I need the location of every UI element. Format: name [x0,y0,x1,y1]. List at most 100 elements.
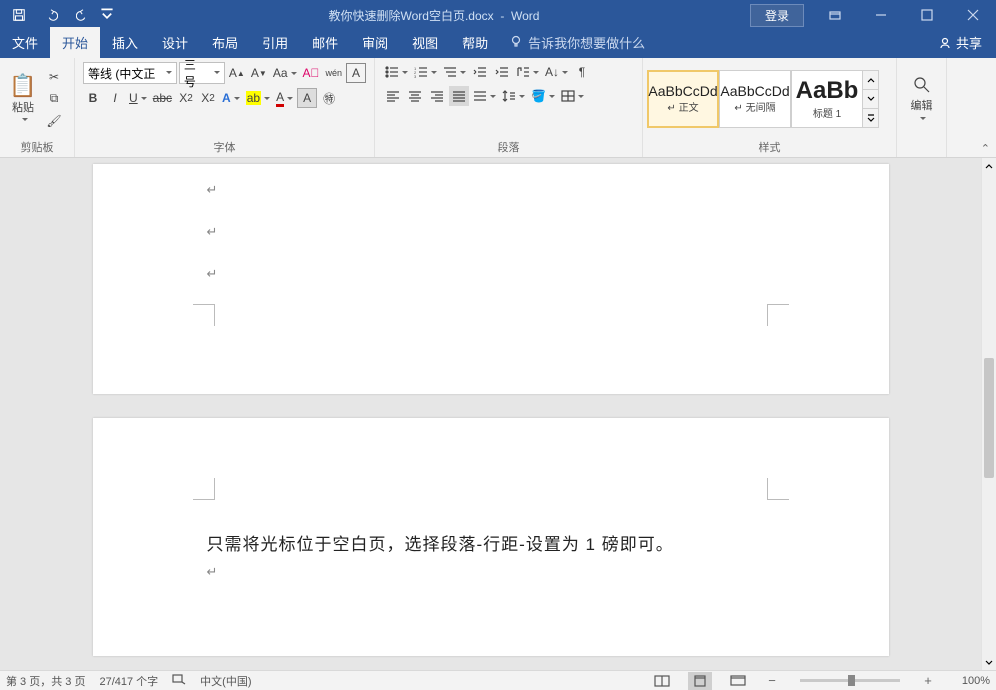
ribbon-display-icon[interactable] [812,0,858,30]
login-button[interactable]: 登录 [750,4,804,27]
collapse-ribbon-icon[interactable]: ⌃ [981,142,990,155]
style-heading1[interactable]: AaBb 标题 1 [791,70,863,128]
align-right-icon[interactable] [427,86,447,106]
zoom-out-button[interactable]: − [764,673,780,688]
bold-button[interactable]: B [83,88,103,108]
format-painter-icon[interactable]: 🖌 [44,111,64,131]
asian-layout-button[interactable] [514,62,541,82]
body-text[interactable]: 只需将光标位于空白页，选择段落-行距-设置为 1 磅即可。 [207,530,674,555]
word-count[interactable]: 27/417 个字 [99,673,158,689]
increase-indent-icon[interactable] [492,62,512,82]
close-icon[interactable] [950,0,996,30]
page-current[interactable]: 只需将光标位于空白页，选择段落-行距-设置为 1 磅即可。 ↵ [93,418,889,656]
zoom-in-button[interactable]: + [920,673,936,688]
redo-icon[interactable] [68,1,98,29]
find-button[interactable]: 编辑 [911,75,933,123]
strikethrough-button[interactable]: abc [151,88,174,108]
character-border-icon[interactable]: A [346,63,366,83]
scroll-down-icon[interactable] [982,655,996,670]
underline-button[interactable]: U [127,88,149,108]
shrink-font-icon[interactable]: A▼ [249,63,269,83]
subscript-button[interactable]: X2 [176,88,196,108]
page-indicator[interactable]: 第 3 页，共 3 页 [6,673,85,689]
numbering-button[interactable]: 123 [412,62,439,82]
tab-help[interactable]: 帮助 [450,27,500,58]
editing-dropdown-icon[interactable] [912,115,932,123]
zoom-slider[interactable] [800,679,900,682]
language-indicator[interactable]: 中文(中国) [200,673,251,689]
italic-button[interactable]: I [105,88,125,108]
justify-icon[interactable] [449,86,469,106]
style-name: ↵ 无间隔 [734,99,775,114]
shading-button[interactable]: 🪣 [529,86,557,106]
style-no-spacing[interactable]: AaBbCcDd ↵ 无间隔 [719,70,791,128]
style-normal[interactable]: AaBbCcDd ↵ 正文 [647,70,719,128]
sort-button[interactable]: A↓ [543,62,570,82]
title-right: 登录 [750,0,996,30]
web-layout-icon[interactable] [726,672,750,690]
proofing-icon[interactable] [172,673,186,688]
gallery-up-icon[interactable] [863,71,878,90]
clear-formatting-icon[interactable]: A⃠ [301,63,322,83]
share-button[interactable]: 共享 [938,33,996,58]
show-marks-icon[interactable]: ¶ [572,62,592,82]
tell-me-search[interactable]: 告诉我你想要做什么 [500,33,655,58]
decrease-indent-icon[interactable] [470,62,490,82]
tab-mailings[interactable]: 邮件 [300,27,350,58]
distributed-icon[interactable] [471,86,498,106]
paragraph-mark: ↵ [207,224,218,240]
zoom-level[interactable]: 100% [950,675,990,687]
copy-icon[interactable]: ⧉ [44,89,64,109]
text-effects-button[interactable]: A [220,88,242,108]
qat-dropdown-icon[interactable] [100,1,114,29]
tab-insert[interactable]: 插入 [100,27,150,58]
save-icon[interactable] [4,1,34,29]
group-label-paragraph: 段落 [375,139,642,157]
minimize-icon[interactable] [858,0,904,30]
vertical-scrollbar[interactable] [981,158,996,670]
phonetic-guide-button[interactable]: wén [324,63,344,83]
align-center-icon[interactable] [405,86,425,106]
line-spacing-button[interactable] [500,86,527,106]
group-editing: 编辑 [897,58,947,157]
paste-dropdown-icon[interactable] [13,115,33,125]
page-previous[interactable]: ↵ ↵ ↵ [93,164,889,394]
borders-button[interactable] [559,86,586,106]
grow-font-icon[interactable]: A▲ [227,63,247,83]
margin-mark-icon [193,304,215,326]
font-color-button[interactable]: A [274,88,295,108]
style-name: 标题 1 [813,105,841,120]
document-area[interactable]: ↵ ↵ ↵ 只需将光标位于空白页，选择段落-行距-设置为 1 磅即可。 ↵ [0,158,981,670]
scroll-up-icon[interactable] [982,158,996,173]
group-paragraph: 123 A↓ ¶ 🪣 段落 [375,58,643,157]
tab-home[interactable]: 开始 [50,27,100,58]
enclose-characters-icon[interactable]: ㊕ [319,88,339,108]
read-mode-icon[interactable] [650,672,674,690]
tab-review[interactable]: 审阅 [350,27,400,58]
print-layout-icon[interactable] [688,672,712,690]
highlight-button[interactable]: ab [244,88,272,108]
tab-view[interactable]: 视图 [400,27,450,58]
cut-icon[interactable]: ✂ [44,67,64,87]
scroll-thumb[interactable] [984,358,994,478]
undo-icon[interactable] [36,1,66,29]
font-family-select[interactable]: 等线 (中文正 [83,62,177,84]
change-case-button[interactable]: Aa [271,63,299,83]
gallery-down-icon[interactable] [863,90,878,109]
maximize-icon[interactable] [904,0,950,30]
multilevel-list-button[interactable] [441,62,468,82]
paste-button[interactable]: 📋 粘贴 [6,73,40,125]
gallery-more-icon[interactable] [863,109,878,127]
superscript-button[interactable]: X2 [198,88,218,108]
zoom-thumb[interactable] [848,675,855,686]
tab-layout[interactable]: 布局 [200,27,250,58]
tab-references[interactable]: 引用 [250,27,300,58]
tab-file[interactable]: 文件 [0,27,50,58]
paste-label: 粘贴 [12,99,34,115]
font-size-select[interactable]: 三号 [179,62,225,84]
tab-design[interactable]: 设计 [150,27,200,58]
align-left-icon[interactable] [383,86,403,106]
character-shading-icon[interactable]: A [297,88,317,108]
title-bar: 教你快速删除Word空白页.docx - Word 登录 [0,0,996,30]
bullets-button[interactable] [383,62,410,82]
